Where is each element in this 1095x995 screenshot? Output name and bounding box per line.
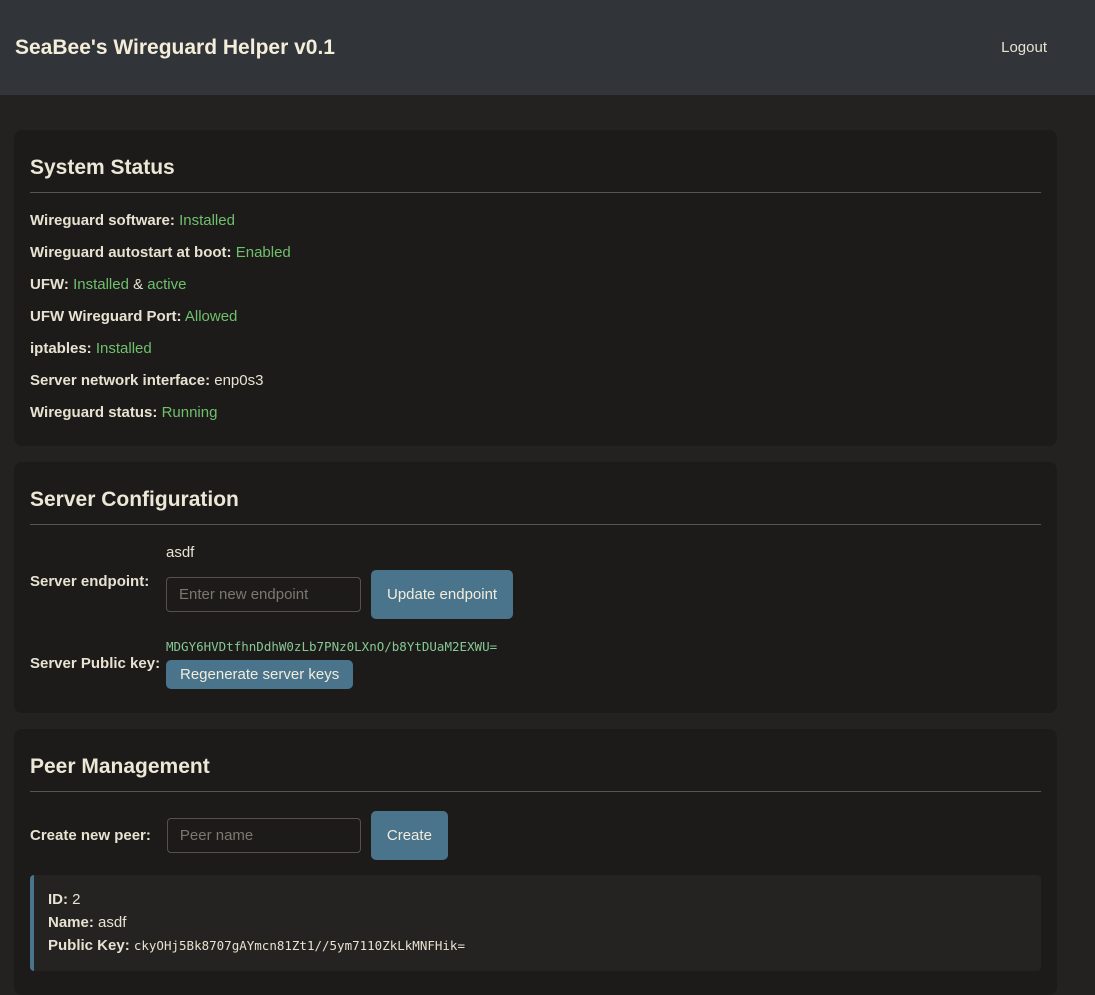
status-value: Installed (179, 212, 235, 229)
status-separator: & (133, 276, 143, 293)
status-label: UFW Wireguard Port: (30, 308, 182, 325)
peer-name-line: Name: asdf (48, 914, 1027, 932)
server-endpoint-current-value: asdf (166, 544, 513, 562)
status-label: Wireguard status: (30, 404, 157, 421)
section-divider (30, 524, 1041, 525)
status-label: Wireguard software: (30, 212, 175, 229)
status-item-wireguard-software: Wireguard software: Installed (30, 212, 1041, 230)
server-public-key-controls: MDGY6HVDtfhnDdhW0zLb7PNz0LXnO/b8YtDUaM2E… (166, 639, 497, 689)
status-value: Enabled (236, 244, 291, 261)
peer-id-value: 2 (72, 891, 80, 908)
peer-name-label: Name: (48, 914, 94, 931)
peer-id-line: ID: 2 (48, 891, 1027, 909)
app-title: SeaBee's Wireguard Helper v0.1 (15, 36, 335, 60)
status-item-wireguard-autostart: Wireguard autostart at boot: Enabled (30, 244, 1041, 262)
status-item-iptables: iptables: Installed (30, 340, 1041, 358)
logout-link[interactable]: Logout (1001, 39, 1047, 56)
peer-name-value: asdf (98, 914, 126, 931)
server-endpoint-label: Server endpoint: (30, 573, 166, 591)
status-value: Installed (73, 276, 129, 293)
peer-name-input[interactable] (167, 818, 361, 853)
status-label: Server network interface: (30, 372, 210, 389)
app-header: SeaBee's Wireguard Helper v0.1 Logout (0, 0, 1095, 95)
status-value: Allowed (185, 308, 238, 325)
server-endpoint-row: Server endpoint: asdf Update endpoint (30, 544, 1041, 619)
system-status-title: System Status (30, 156, 1041, 180)
peer-public-key-line: Public Key: ckyOHj5Bk8707gAYmcn81Zt1//5y… (48, 937, 1027, 955)
section-divider (30, 791, 1041, 792)
peer-public-key-label: Public Key: (48, 937, 130, 954)
server-config-title: Server Configuration (30, 488, 1041, 512)
status-label: UFW: (30, 276, 69, 293)
status-item-network-interface: Server network interface: enp0s3 (30, 372, 1041, 390)
section-divider (30, 192, 1041, 193)
server-public-key-label: Server Public key: (30, 655, 166, 673)
server-public-key-row: Server Public key: MDGY6HVDtfhnDdhW0zLb7… (30, 639, 1041, 689)
system-status-card: System Status Wireguard software: Instal… (14, 130, 1057, 446)
regenerate-keys-button[interactable]: Regenerate server keys (166, 660, 353, 689)
create-peer-button[interactable]: Create (371, 811, 448, 860)
status-value: enp0s3 (214, 372, 263, 389)
peer-management-title: Peer Management (30, 755, 1041, 779)
peer-management-card: Peer Management Create new peer: Create … (14, 729, 1057, 995)
server-config-card: Server Configuration Server endpoint: as… (14, 462, 1057, 713)
create-peer-label: Create new peer: (30, 827, 151, 845)
server-endpoint-controls: asdf Update endpoint (166, 544, 513, 619)
status-item-ufw: UFW: Installed & active (30, 276, 1041, 294)
status-item-ufw-wireguard-port: UFW Wireguard Port: Allowed (30, 308, 1041, 326)
status-list: Wireguard software: Installed Wireguard … (30, 212, 1041, 422)
status-value-secondary: active (147, 276, 186, 293)
create-peer-row: Create new peer: Create (30, 811, 1041, 860)
status-label: Wireguard autostart at boot: (30, 244, 232, 261)
peer-public-key-value: ckyOHj5Bk8707gAYmcn81Zt1//5ym7110ZkLkMNF… (134, 938, 465, 953)
status-item-wireguard-status: Wireguard status: Running (30, 404, 1041, 422)
main-content: System Status Wireguard software: Instal… (0, 95, 1095, 995)
update-endpoint-button[interactable]: Update endpoint (371, 570, 513, 619)
peer-card: ID: 2 Name: asdf Public Key: ckyOHj5Bk87… (30, 875, 1041, 971)
status-value: Running (162, 404, 218, 421)
status-value: Installed (96, 340, 152, 357)
peer-id-label: ID: (48, 891, 68, 908)
server-public-key-value: MDGY6HVDtfhnDdhW0zLb7PNz0LXnO/b8YtDUaM2E… (166, 639, 497, 654)
endpoint-input[interactable] (166, 577, 361, 612)
status-label: iptables: (30, 340, 92, 357)
